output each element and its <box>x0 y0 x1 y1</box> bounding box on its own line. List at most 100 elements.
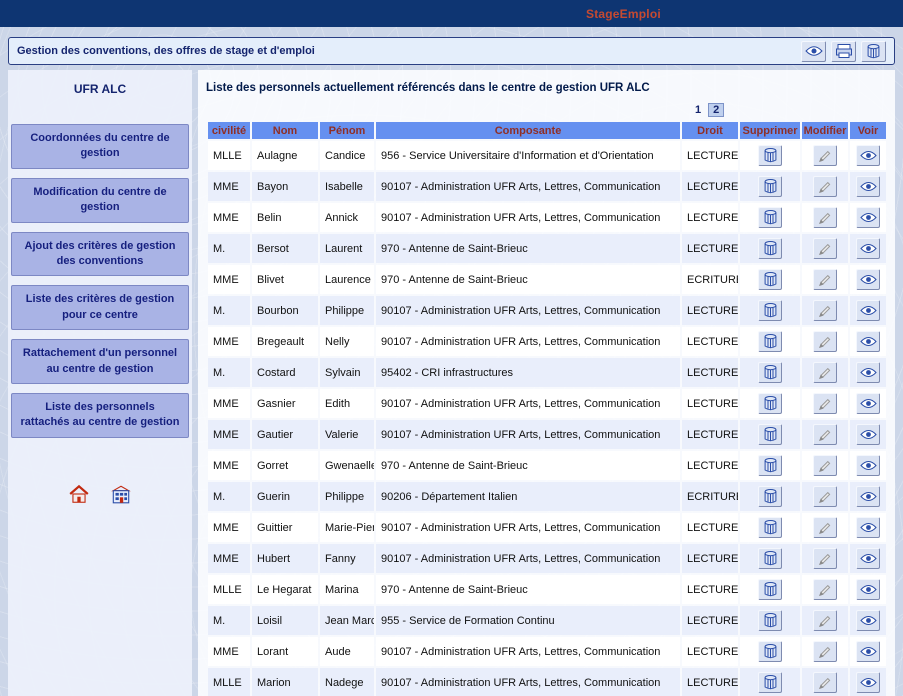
building-icon[interactable] <box>110 484 132 504</box>
cell-droit: LECTURE <box>682 420 738 449</box>
sidebar-item-2[interactable]: Ajout des critères de gestion des conven… <box>11 232 189 277</box>
voir-button[interactable] <box>856 362 880 383</box>
cell-civilite: M. <box>208 296 250 325</box>
sidebar-item-1[interactable]: Modification du centre de gestion <box>11 178 189 223</box>
supprimer-button[interactable] <box>758 579 782 600</box>
supprimer-button[interactable] <box>758 238 782 259</box>
modifier-button[interactable] <box>813 672 837 693</box>
modifier-button[interactable] <box>813 300 837 321</box>
pagination-page-link[interactable]: 2 <box>708 103 724 117</box>
eye-icon <box>860 584 877 595</box>
voir-button[interactable] <box>856 641 880 662</box>
pencil-icon <box>818 211 832 225</box>
cell-prenom: Isabelle <box>320 172 374 201</box>
supprimer-button[interactable] <box>758 269 782 290</box>
voir-button[interactable] <box>856 672 880 693</box>
voir-button[interactable] <box>856 300 880 321</box>
voir-button[interactable] <box>856 238 880 259</box>
cell-civilite: MME <box>208 327 250 356</box>
cell-prenom: Marina <box>320 575 374 604</box>
modifier-button[interactable] <box>813 641 837 662</box>
modifier-button[interactable] <box>813 579 837 600</box>
voir-button[interactable] <box>856 455 880 476</box>
modifier-button[interactable] <box>813 207 837 228</box>
cell-supprimer <box>740 420 800 449</box>
voir-button[interactable] <box>856 393 880 414</box>
supprimer-button[interactable] <box>758 145 782 166</box>
cell-composante: 90107 - Administration UFR Arts, Lettres… <box>376 513 680 542</box>
voir-button[interactable] <box>856 207 880 228</box>
supprimer-button[interactable] <box>758 548 782 569</box>
voir-button[interactable] <box>856 424 880 445</box>
voir-button[interactable] <box>856 517 880 538</box>
cell-droit: ECRITURE <box>682 482 738 511</box>
voir-button[interactable] <box>856 548 880 569</box>
modifier-button[interactable] <box>813 455 837 476</box>
supprimer-button[interactable] <box>758 331 782 352</box>
cell-droit: LECTURE <box>682 513 738 542</box>
supprimer-button[interactable] <box>758 610 782 631</box>
supprimer-button[interactable] <box>758 362 782 383</box>
cell-prenom: Aude <box>320 637 374 666</box>
modifier-button[interactable] <box>813 238 837 259</box>
supprimer-button[interactable] <box>758 672 782 693</box>
table-row: MMEGuittierMarie-Pierre90107 - Administr… <box>208 513 886 542</box>
supprimer-button[interactable] <box>758 486 782 507</box>
cell-prenom: Nelly <box>320 327 374 356</box>
supprimer-button[interactable] <box>758 641 782 662</box>
supprimer-button[interactable] <box>758 455 782 476</box>
voir-button[interactable] <box>856 145 880 166</box>
toolbar-print-button[interactable] <box>831 41 856 62</box>
voir-button[interactable] <box>856 269 880 290</box>
toolbar-view-button[interactable] <box>801 41 826 62</box>
cell-civilite: MLLE <box>208 575 250 604</box>
voir-button[interactable] <box>856 331 880 352</box>
voir-button[interactable] <box>856 579 880 600</box>
supprimer-button[interactable] <box>758 207 782 228</box>
supprimer-button[interactable] <box>758 300 782 321</box>
modifier-button[interactable] <box>813 362 837 383</box>
pencil-icon <box>818 645 832 659</box>
supprimer-button[interactable] <box>758 424 782 445</box>
voir-button[interactable] <box>856 486 880 507</box>
home-icon[interactable] <box>68 484 90 504</box>
modifier-button[interactable] <box>813 486 837 507</box>
modifier-button[interactable] <box>813 548 837 569</box>
cell-civilite: MME <box>208 451 250 480</box>
cell-composante: 90107 - Administration UFR Arts, Lettres… <box>376 327 680 356</box>
sidebar-item-4[interactable]: Rattachement d'un personnel au centre de… <box>11 339 189 384</box>
modifier-button[interactable] <box>813 517 837 538</box>
modifier-button[interactable] <box>813 610 837 631</box>
cell-nom: Belin <box>252 203 318 232</box>
trash-icon <box>764 675 777 690</box>
trash-icon <box>764 551 777 566</box>
cell-droit: LECTURE <box>682 296 738 325</box>
supprimer-button[interactable] <box>758 176 782 197</box>
cell-nom: Bersot <box>252 234 318 263</box>
toolbar-delete-button[interactable] <box>861 41 886 62</box>
supprimer-button[interactable] <box>758 393 782 414</box>
eye-icon <box>860 491 877 502</box>
cell-droit: LECTURE <box>682 327 738 356</box>
voir-button[interactable] <box>856 610 880 631</box>
table-row: M.BersotLaurent970 - Antenne de Saint-Br… <box>208 234 886 263</box>
modifier-button[interactable] <box>813 269 837 290</box>
modifier-button[interactable] <box>813 331 837 352</box>
modifier-button[interactable] <box>813 424 837 445</box>
cell-composante: 90206 - Département Italien <box>376 482 680 511</box>
modifier-button[interactable] <box>813 176 837 197</box>
cell-composante: 970 - Antenne de Saint-Brieuc <box>376 265 680 294</box>
eye-icon <box>860 429 877 440</box>
modifier-button[interactable] <box>813 393 837 414</box>
voir-button[interactable] <box>856 176 880 197</box>
sidebar-item-5[interactable]: Liste des personnels rattachés au centre… <box>11 393 189 438</box>
supprimer-button[interactable] <box>758 517 782 538</box>
cell-composante: 90107 - Administration UFR Arts, Lettres… <box>376 420 680 449</box>
sidebar-item-0[interactable]: Coordonnées du centre de gestion <box>11 124 189 169</box>
pencil-icon <box>818 304 832 318</box>
modifier-button[interactable] <box>813 145 837 166</box>
sidebar-item-3[interactable]: Liste des critères de gestion pour ce ce… <box>11 285 189 330</box>
cell-supprimer <box>740 265 800 294</box>
column-header-prenom: Pénom <box>320 122 374 139</box>
cell-nom: Bregeault <box>252 327 318 356</box>
